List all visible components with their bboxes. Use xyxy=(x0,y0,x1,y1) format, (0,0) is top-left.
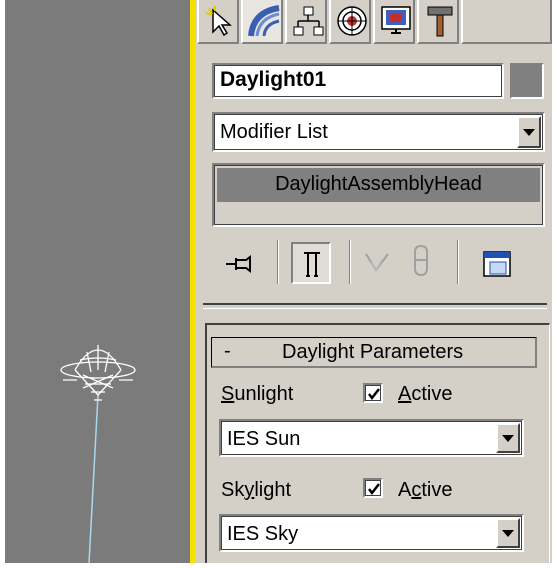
check-icon xyxy=(368,388,380,401)
object-name-field[interactable]: Daylight01 xyxy=(212,63,504,99)
modify-curve-icon xyxy=(248,5,280,37)
tab-bar-filler xyxy=(461,0,552,44)
create-tab[interactable] xyxy=(197,0,239,44)
skylight-type-dropdown[interactable]: IES Sky xyxy=(219,514,524,552)
viewport[interactable] xyxy=(5,0,190,564)
make-unique-icon[interactable] xyxy=(362,248,392,278)
skylight-type-value: IES Sky xyxy=(227,523,299,545)
motion-icon xyxy=(337,6,367,36)
hierarchy-icon xyxy=(293,6,324,36)
separator xyxy=(349,240,351,284)
skylight-active-checkbox[interactable] xyxy=(363,478,383,498)
modifier-stack[interactable]: DaylightAssemblyHead xyxy=(212,163,545,227)
skylight-active-label: Active xyxy=(398,479,453,501)
configure-sets-icon[interactable] xyxy=(482,250,514,280)
stack-item-label: DaylightAssemblyHead xyxy=(275,173,482,195)
modify-tab[interactable] xyxy=(241,0,283,44)
stack-item-selected[interactable]: DaylightAssemblyHead xyxy=(217,168,540,202)
sunlight-label-text: unlight xyxy=(234,383,294,405)
display-tab[interactable] xyxy=(373,0,415,44)
hammer-icon xyxy=(427,6,453,37)
rollout-toggle: - xyxy=(224,340,231,362)
right-edge xyxy=(552,0,557,563)
panel-divider xyxy=(203,303,547,309)
check-icon xyxy=(368,483,380,496)
daylight-object-icon[interactable] xyxy=(5,0,190,564)
motion-tab[interactable] xyxy=(329,0,371,44)
display-icon xyxy=(381,6,411,34)
hierarchy-tab[interactable] xyxy=(285,0,327,44)
command-panel: Daylight01 Modifier List DaylightAssembl… xyxy=(195,0,552,563)
skylight-label: Skylight xyxy=(221,479,292,501)
pin-stack-icon[interactable] xyxy=(224,253,258,275)
sunlight-active-checkbox[interactable] xyxy=(363,383,383,403)
show-end-result-icon xyxy=(304,252,320,277)
rollout-header[interactable]: - Daylight Parameters xyxy=(211,337,537,368)
separator xyxy=(457,240,459,284)
object-name-value: Daylight01 xyxy=(220,68,327,91)
object-color-swatch[interactable] xyxy=(510,63,544,99)
chevron-down-icon[interactable] xyxy=(517,116,541,148)
daylight-parameters-rollout: - Daylight Parameters Sunlight Active IE… xyxy=(205,323,550,563)
modifier-list-value: Modifier List xyxy=(220,121,328,143)
remove-modifier-icon[interactable] xyxy=(408,244,434,278)
sunlight-type-value: IES Sun xyxy=(227,428,301,450)
utilities-tab[interactable] xyxy=(417,0,459,44)
modifier-list-dropdown[interactable]: Modifier List xyxy=(212,112,545,152)
show-end-result-button[interactable] xyxy=(291,242,331,284)
rollout-title: Daylight Parameters xyxy=(282,341,464,363)
sunlight-label: Sunlight xyxy=(221,383,294,405)
chevron-down-icon[interactable] xyxy=(496,518,520,548)
sunlight-active-label: Active xyxy=(398,383,453,405)
separator xyxy=(277,240,279,284)
chevron-down-icon[interactable] xyxy=(496,423,520,453)
sunlight-type-dropdown[interactable]: IES Sun xyxy=(219,419,524,457)
create-cursor-icon xyxy=(205,6,232,37)
